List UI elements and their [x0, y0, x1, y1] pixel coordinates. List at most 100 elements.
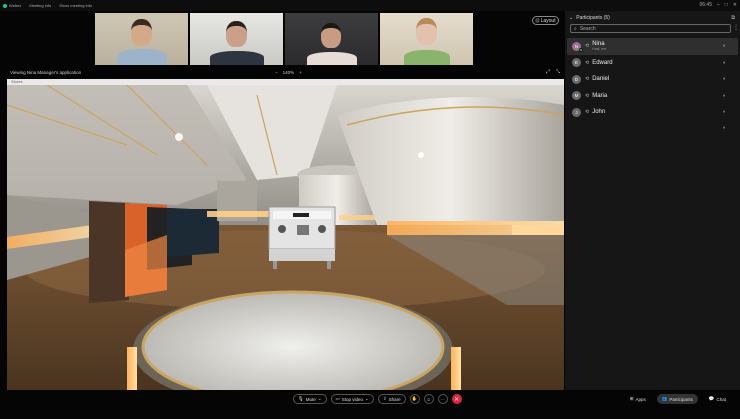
pop-out-icon[interactable]: ⧉	[731, 15, 735, 21]
search-icon: ⌕	[574, 25, 577, 32]
raise-hand-button[interactable]: ✋	[409, 394, 420, 404]
camera-icon: ▭	[335, 396, 340, 401]
participant-row[interactable]: E ⟲ Edward ◐	[567, 55, 738, 72]
person-body	[210, 51, 264, 65]
microphone-icon[interactable]: ◐	[723, 43, 726, 49]
video-tile-1[interactable]	[95, 13, 188, 65]
apps-button[interactable]: ⊞ Apps	[625, 394, 651, 404]
chat-icon: 💬	[708, 396, 715, 401]
show-meeting-info-tab[interactable]: Show meeting info	[59, 3, 92, 8]
participant-name: Edward	[592, 59, 613, 66]
window-controls: 06:45 – □ ✕	[699, 2, 737, 8]
person-head	[226, 21, 247, 47]
microphone-icon[interactable]: ◐	[723, 60, 726, 66]
title-bar: Webex Meeting info Show meeting info 06:…	[0, 0, 740, 11]
reactions-button[interactable]: ☺	[423, 394, 434, 404]
person-body	[307, 52, 357, 65]
share-view-icons: ⤢ ⤡	[546, 69, 560, 75]
participants-header[interactable]: ⌄ Participants (5)	[569, 15, 610, 21]
participant-row[interactable]: D ⟲ Daniel ◐	[567, 71, 738, 88]
more-button[interactable]: ···	[437, 394, 448, 404]
sync-icon: ⟲	[585, 43, 590, 50]
webex-meeting-window: Webex Meeting info Show meeting info 06:…	[0, 0, 740, 419]
avatar: N	[572, 41, 583, 52]
stop-video-label: Stop video	[341, 396, 364, 402]
participant-name-block: Nina Host, me	[592, 41, 606, 51]
fit-window-icon[interactable]: ⤡	[556, 69, 560, 75]
microphone-icon: 🎙	[298, 396, 304, 401]
apps-icon: ⊞	[629, 396, 634, 401]
zoom-controls: − 140% +	[275, 70, 302, 75]
zoom-level: 140%	[282, 69, 295, 75]
microphone-icon[interactable]: ◐	[723, 93, 726, 99]
sync-icon: ⟲	[585, 59, 590, 66]
meeting-info-tab[interactable]: Meeting info	[29, 3, 51, 8]
participant-name: Daniel	[592, 76, 610, 83]
share-icon: ⇪	[382, 396, 387, 401]
sync-icon: ⟲	[585, 92, 590, 99]
zoom-in-button[interactable]: +	[299, 70, 302, 75]
participant-row[interactable]: J ⟲ John ◐	[567, 104, 738, 121]
close-icon: ✕	[454, 396, 460, 403]
virtual-showroom-image	[7, 85, 564, 390]
person-head	[321, 23, 341, 48]
person-body	[117, 49, 167, 65]
pop-out-icon[interactable]: ⤢	[546, 69, 550, 75]
avatar: J	[572, 107, 581, 117]
shared-screen-view[interactable]	[7, 85, 564, 390]
presence-badge	[579, 47, 583, 52]
zoom-out-button[interactable]: −	[275, 70, 278, 75]
chevron-down-icon[interactable]: ⌄	[569, 15, 573, 21]
hand-icon: ✋	[411, 396, 418, 401]
video-strip	[95, 13, 473, 65]
participant-search-input[interactable]: ⌕ Search	[570, 24, 731, 33]
stop-video-button[interactable]: ▭ Stop video ⌄	[330, 394, 374, 404]
participants-panel: ⌄ Participants (5) ⧉ ⌕ Search ⋮ N ⟲ Nina…	[565, 11, 740, 390]
participants-title: Participants (5)	[576, 15, 610, 21]
participant-row[interactable]: N ⟲ Nina Host, me ◐	[567, 38, 738, 55]
person-head	[416, 18, 437, 45]
microphone-icon[interactable]: ◐	[723, 76, 726, 82]
participants-icon: 👥	[661, 396, 668, 401]
chevron-down-icon[interactable]: ⌄	[318, 396, 322, 402]
search-placeholder: Search	[579, 25, 596, 32]
chat-label: Chat	[716, 396, 726, 402]
maximize-icon[interactable]: □	[725, 2, 728, 8]
participant-list: N ⟲ Nina Host, me ◐ E ⟲ Edward ◐ D ⟲ Dan…	[567, 38, 738, 135]
microphone-icon[interactable]: ◐	[723, 125, 726, 131]
sync-icon: ⟲	[585, 76, 590, 83]
mute-label: Mute	[305, 396, 316, 402]
participant-row[interactable]: M ⟲ Maria ◐	[567, 88, 738, 105]
meeting-controls-bar: 🎙 Mute ⌄ ▭ Stop video ⌄ ⇪ Share ✋ ☺ ··· …	[0, 390, 740, 419]
participants-button[interactable]: 👥 Participants	[656, 394, 698, 404]
participant-row-extra: ◐	[567, 121, 738, 135]
minimize-icon[interactable]: –	[717, 2, 720, 8]
sync-icon: ⟲	[585, 109, 590, 116]
chat-button[interactable]: 💬 Chat	[704, 394, 731, 404]
video-tile-2[interactable]	[190, 13, 283, 65]
share-label: Share	[388, 396, 401, 402]
webex-logo-icon	[3, 3, 7, 8]
close-icon[interactable]: ✕	[733, 2, 737, 8]
share-title: Viewing Nina Manager's application	[10, 69, 82, 75]
participant-role: Host, me	[592, 47, 607, 52]
call-controls: 🎙 Mute ⌄ ▭ Stop video ⌄ ⇪ Share ✋ ☺ ··· …	[293, 394, 462, 404]
video-tile-4[interactable]	[380, 13, 473, 65]
more-options-icon[interactable]: ⋮	[733, 24, 739, 31]
avatar: E	[572, 58, 581, 68]
end-call-button[interactable]: ✕	[451, 394, 462, 404]
layout-label: Layout	[540, 17, 556, 24]
layout-icon: ⊡	[535, 17, 540, 24]
participants-label: Participants	[669, 396, 693, 402]
chevron-down-icon[interactable]: ⌄	[365, 396, 369, 402]
microphone-icon[interactable]: ◐	[723, 109, 726, 115]
share-button[interactable]: ⇪ Share	[377, 394, 406, 404]
layout-button[interactable]: ⊡ Layout	[532, 16, 559, 25]
clock-text: 06:45	[699, 2, 712, 8]
share-header: Viewing Nina Manager's application − 140…	[7, 66, 564, 78]
person-body	[404, 50, 450, 65]
participant-name: John	[592, 109, 606, 116]
mute-button[interactable]: 🎙 Mute ⌄	[293, 394, 327, 404]
app-name: Webex	[3, 3, 21, 8]
video-tile-3[interactable]	[285, 13, 378, 65]
